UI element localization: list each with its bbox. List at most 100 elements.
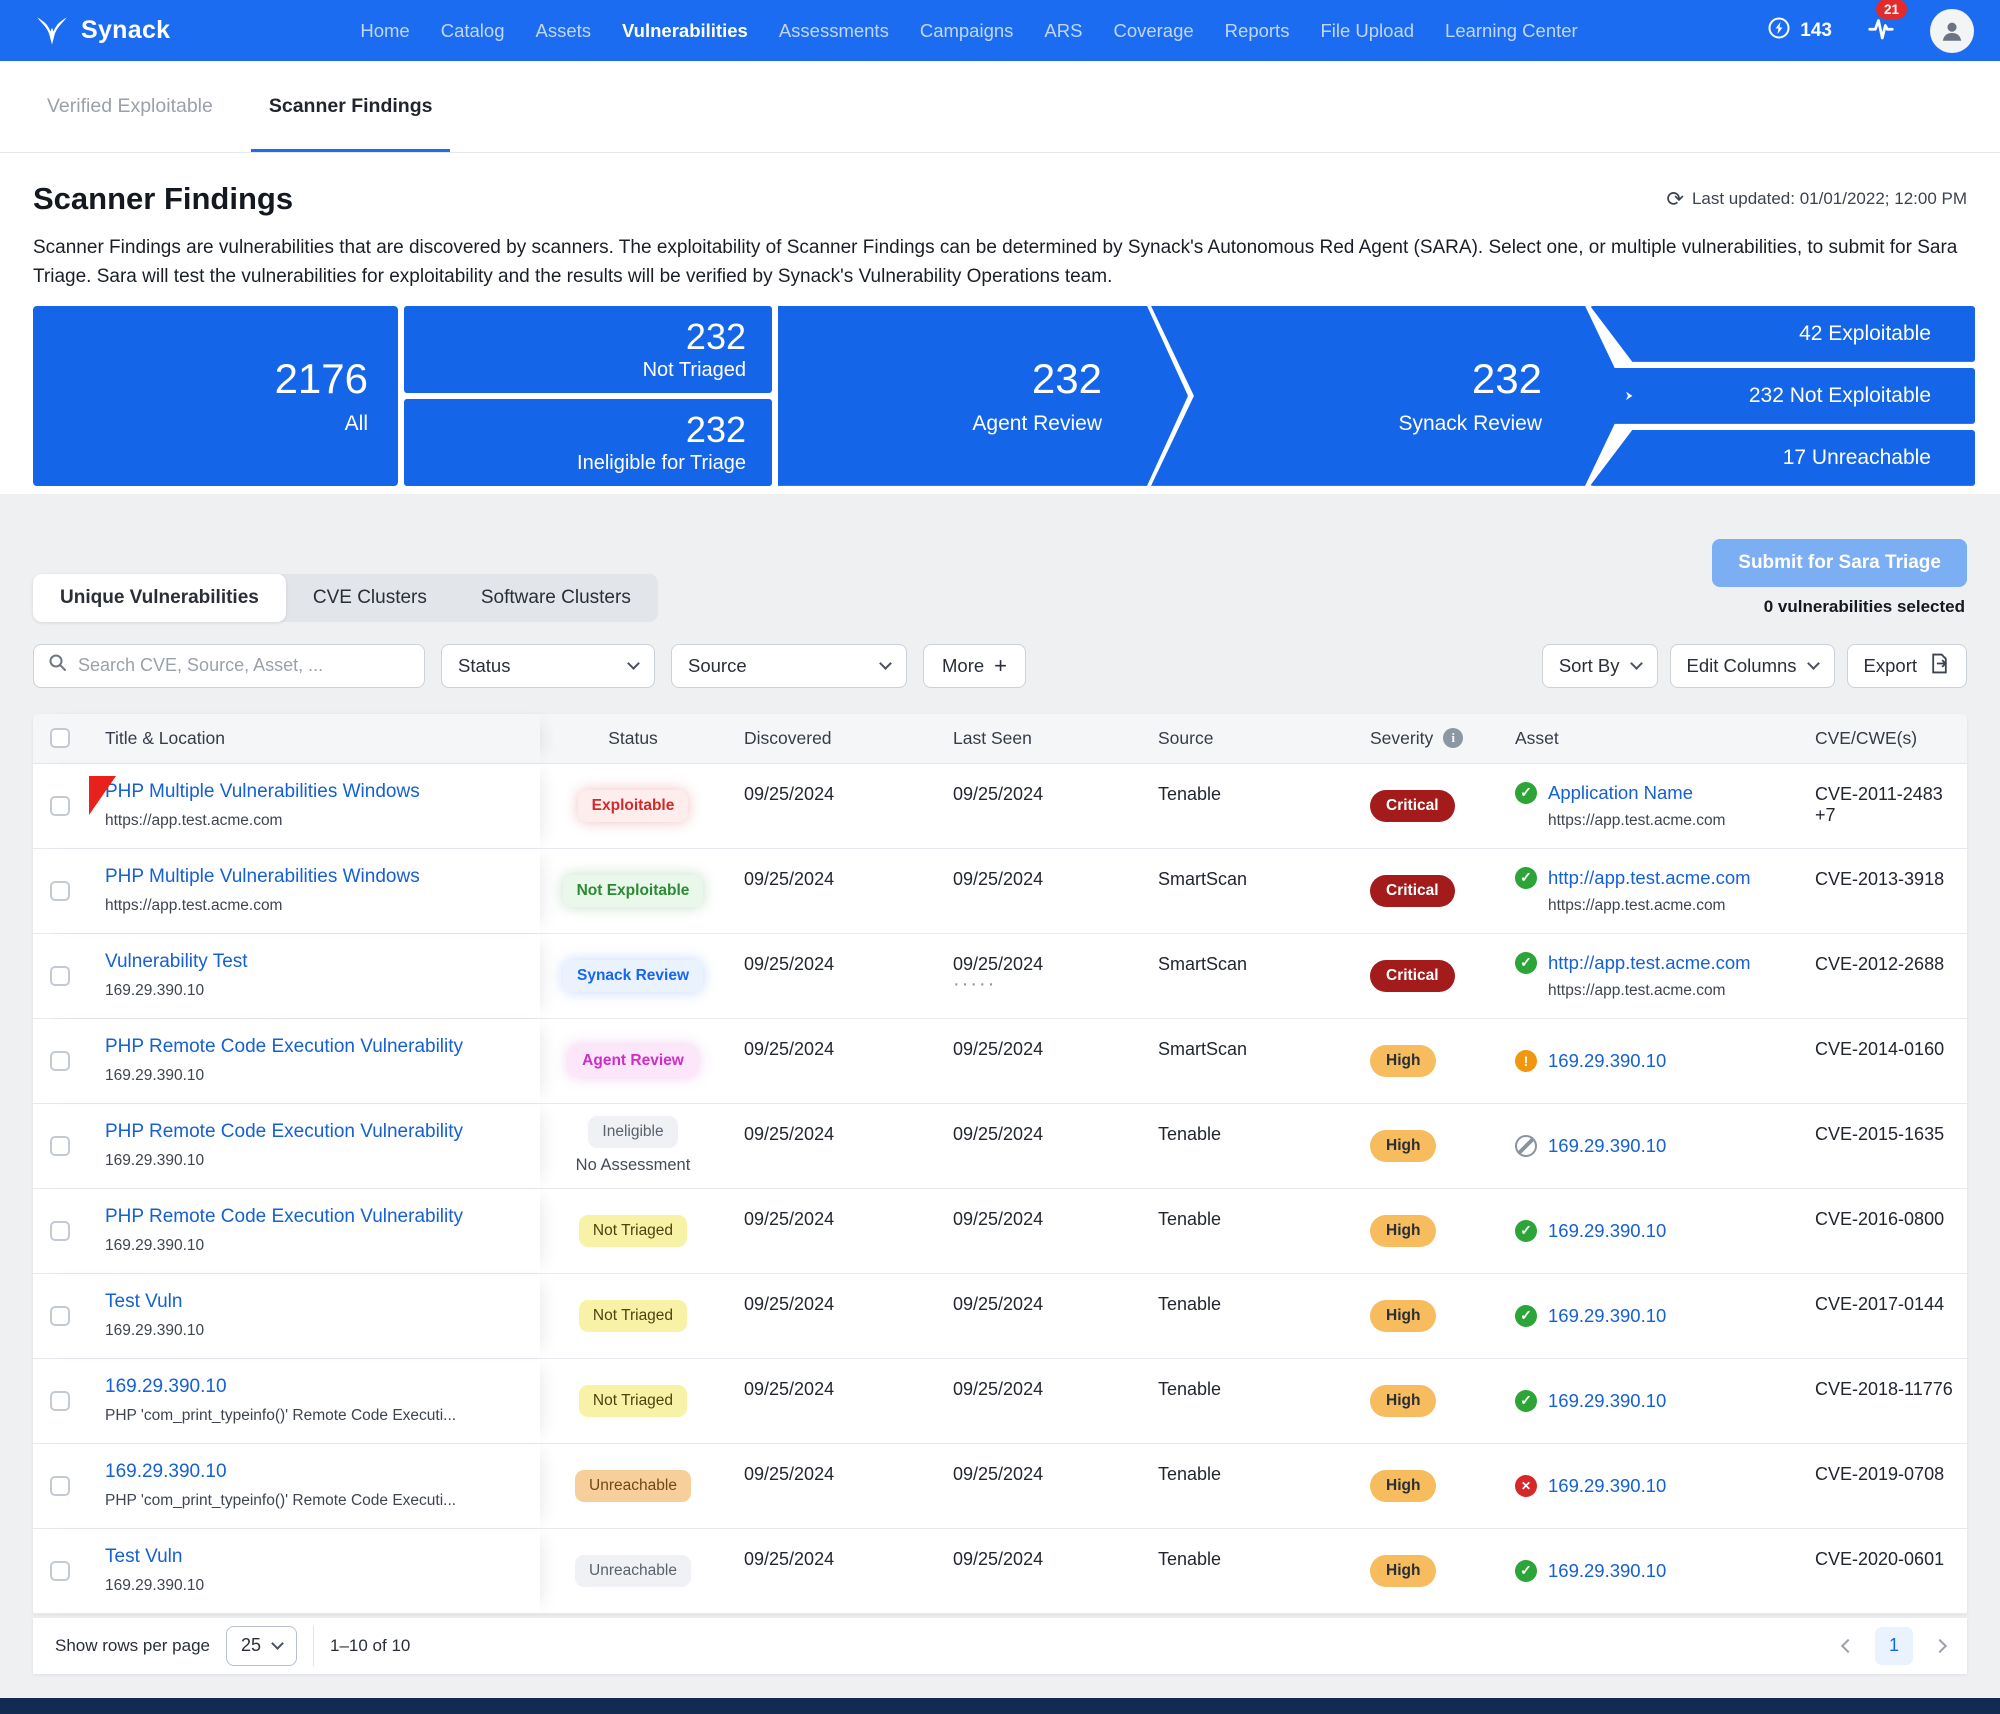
source-cell: Tenable [1140, 1274, 1352, 1358]
asset-url: https://app.test.acme.com [1548, 812, 1779, 830]
nav-link[interactable]: Coverage [1113, 20, 1193, 42]
row-checkbox[interactable] [50, 1221, 70, 1241]
severity-info-icon[interactable]: i [1443, 728, 1463, 748]
finding-title-link[interactable]: PHP Remote Code Execution Vulnerability [105, 1121, 463, 1143]
nav-link[interactable]: Reports [1225, 20, 1290, 42]
finding-title-link[interactable]: 169.29.390.10 [105, 1461, 227, 1483]
priority-flag-icon [89, 776, 116, 820]
brand-name: Synack [81, 16, 170, 45]
row-checkbox[interactable] [50, 1561, 70, 1581]
nav-link[interactable]: Campaigns [920, 20, 1014, 42]
finding-title-link[interactable]: PHP Multiple Vulnerabilities Windows [105, 866, 420, 888]
row-checkbox[interactable] [50, 1306, 70, 1326]
row-checkbox[interactable] [50, 881, 70, 901]
table-row: Test Vuln 169.29.390.10 Unreachable 09/2… [33, 1529, 1967, 1614]
finding-title-link[interactable]: PHP Multiple Vulnerabilities Windows [105, 781, 420, 803]
next-page-button[interactable] [1935, 1641, 1945, 1651]
funnel-not-triaged[interactable]: 232 Not Triaged [404, 306, 772, 393]
nav-link[interactable]: Catalog [441, 20, 505, 42]
funnel-outcome[interactable]: 42 Exploitable [1590, 306, 1975, 362]
funnel-all[interactable]: 2176 All [33, 306, 398, 486]
funnel-agent-review[interactable]: 232 Agent Review [778, 306, 1188, 486]
refresh-icon[interactable]: ⟳ [1666, 189, 1684, 210]
finding-title-link[interactable]: Test Vuln [105, 1546, 182, 1568]
chevron-down-icon [1807, 658, 1820, 671]
row-checkbox[interactable] [50, 1391, 70, 1411]
asset-link[interactable]: 169.29.390.10 [1548, 1305, 1666, 1327]
source-cell: Tenable [1140, 764, 1352, 848]
nav-right-controls: 143 21 [1767, 9, 1974, 53]
last-seen-cell: 09/25/2024 [935, 1529, 1140, 1613]
finding-title-link[interactable]: PHP Remote Code Execution Vulnerability [105, 1206, 463, 1228]
row-checkbox[interactable] [50, 1051, 70, 1071]
sort-by-dropdown[interactable]: Sort By [1542, 644, 1658, 688]
page-header: Scanner Findings ⟳ Last updated: 01/01/2… [0, 153, 2000, 292]
funnel-outcome[interactable]: 17 Unreachable [1590, 430, 1975, 486]
view-tab[interactable]: Software Clusters [454, 574, 658, 622]
table-actions: Sort By Edit Columns Export [1542, 644, 1967, 688]
nav-link[interactable]: Learning Center [1445, 20, 1578, 42]
coin-icon [1767, 16, 1791, 46]
source-cell: Tenable [1140, 1359, 1352, 1443]
credits-counter[interactable]: 143 [1767, 16, 1832, 46]
search-input[interactable] [78, 655, 410, 676]
asset-link[interactable]: Application Name [1548, 782, 1693, 804]
finding-location: 169.29.390.10 [105, 982, 522, 1000]
edit-columns-dropdown[interactable]: Edit Columns [1670, 644, 1835, 688]
page-number-button[interactable]: 1 [1875, 1627, 1913, 1665]
previous-page-button[interactable] [1843, 1641, 1853, 1651]
activity-notifications[interactable]: 21 [1866, 13, 1896, 48]
view-tab[interactable]: Unique Vulnerabilities [33, 574, 286, 622]
tab-verified-exploitable[interactable]: Verified Exploitable [47, 61, 213, 152]
finding-title-link[interactable]: 169.29.390.10 [105, 1376, 227, 1398]
nav-link[interactable]: File Upload [1320, 20, 1414, 42]
view-tab[interactable]: CVE Clusters [286, 574, 454, 622]
nav-link[interactable]: Vulnerabilities [622, 20, 748, 42]
funnel-outcome[interactable]: 232 Not Exploitable [1590, 368, 1975, 424]
asset-link[interactable]: 169.29.390.10 [1548, 1050, 1666, 1072]
title-location-cell: Vulnerability Test 169.29.390.10 [33, 934, 540, 1018]
asset-link[interactable]: 169.29.390.10 [1548, 1220, 1666, 1242]
last-seen-cell: 09/25/2024 [935, 849, 1140, 933]
selected-count-note: 0 vulnerabilities selected [1764, 597, 1965, 617]
severity-pill: Critical [1370, 960, 1455, 992]
row-checkbox[interactable] [50, 796, 70, 816]
nav-link[interactable]: Home [360, 20, 409, 42]
status-filter-dropdown[interactable]: Status [441, 644, 655, 688]
select-all-checkbox[interactable] [50, 728, 70, 748]
row-checkbox[interactable] [50, 1476, 70, 1496]
asset-link[interactable]: 169.29.390.10 [1548, 1390, 1666, 1412]
source-cell: Tenable [1140, 1529, 1352, 1613]
finding-title-link[interactable]: Vulnerability Test [105, 951, 248, 973]
asset-link[interactable]: 169.29.390.10 [1548, 1135, 1666, 1157]
status-cell: Agent Review [540, 1019, 726, 1103]
asset-cell: 169.29.390.10 [1497, 1104, 1797, 1188]
row-checkbox[interactable] [50, 966, 70, 986]
more-dates-indicator[interactable]: ····· [953, 979, 1122, 989]
title-location-cell: PHP Multiple Vulnerabilities Windows htt… [33, 764, 540, 848]
cve-cell: CVE-2011-2483 +7 [1797, 764, 1975, 848]
nav-link[interactable]: Assets [536, 20, 592, 42]
export-button[interactable]: Export [1847, 644, 1967, 688]
nav-link[interactable]: ARS [1044, 20, 1082, 42]
brand[interactable]: Synack [33, 14, 170, 48]
more-filters-button[interactable]: More + [923, 644, 1026, 688]
asset-link[interactable]: http://app.test.acme.com [1548, 867, 1751, 889]
asset-status-icon [1515, 1475, 1537, 1497]
asset-link[interactable]: 169.29.390.10 [1548, 1560, 1666, 1582]
asset-link[interactable]: 169.29.390.10 [1548, 1475, 1666, 1497]
rows-per-page-select[interactable]: 25 [226, 1626, 297, 1666]
row-checkbox[interactable] [50, 1136, 70, 1156]
nav-link[interactable]: Assessments [779, 20, 889, 42]
asset-link[interactable]: http://app.test.acme.com [1548, 952, 1751, 974]
finding-title-link[interactable]: Test Vuln [105, 1291, 182, 1313]
funnel-ineligible[interactable]: 232 Ineligible for Triage [404, 399, 772, 486]
finding-title-link[interactable]: PHP Remote Code Execution Vulnerability [105, 1036, 463, 1058]
source-filter-dropdown[interactable]: Source [671, 644, 907, 688]
submit-for-sara-triage-button[interactable]: Submit for Sara Triage [1712, 539, 1967, 587]
severity-cell: High [1352, 1359, 1497, 1443]
user-avatar[interactable] [1930, 9, 1974, 53]
status-badge: Agent Review [568, 1045, 698, 1077]
funnel-synack-review[interactable]: 232 Synack Review [1151, 306, 1628, 486]
tab-scanner-findings[interactable]: Scanner Findings [269, 61, 433, 152]
